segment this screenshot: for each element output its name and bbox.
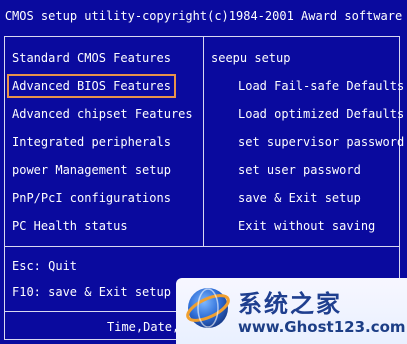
menu-item-pc-health[interactable]: PC Health status xyxy=(12,216,128,236)
menu-item-load-failsafe[interactable]: Load Fail-safe Defaults xyxy=(238,76,404,96)
menu-item-user-password[interactable]: set user password xyxy=(238,160,361,180)
window-title: CMOS setup utility-copyright(c)1984-2001… xyxy=(4,9,403,23)
menu-item-save-exit[interactable]: save & Exit setup xyxy=(238,188,361,208)
menu-item-load-optimized[interactable]: Load optimized Defaults xyxy=(238,104,404,124)
watermark: 系统之家 www.Ghost123.com xyxy=(176,278,407,344)
watermark-cn-text: 系统之家 xyxy=(238,290,342,318)
menu-item-pnp-pci[interactable]: PnP/PcI configurations xyxy=(12,188,171,208)
menu-item-exit-without-saving[interactable]: Exit without saving xyxy=(238,216,375,236)
menu-item-advanced-bios[interactable]: Advanced BIOS Features xyxy=(7,74,176,98)
f10-hint: F10: save & Exit setup xyxy=(12,285,171,299)
menu-item-advanced-chipset[interactable]: Advanced chipset Features xyxy=(12,104,193,124)
column-divider xyxy=(203,36,204,247)
menu-footer-divider xyxy=(4,246,400,247)
esc-hint: Esc: Quit xyxy=(12,259,78,273)
globe-logo-icon xyxy=(186,288,230,328)
menu-item-power-management[interactable]: power Management setup xyxy=(12,160,171,180)
menu-item-standard-cmos[interactable]: Standard CMOS Features xyxy=(12,48,171,68)
watermark-url: www.Ghost123.com xyxy=(238,318,406,336)
menu-item-seepu-setup[interactable]: seepu setup xyxy=(211,48,290,68)
status-text: Time,Date, xyxy=(107,320,180,334)
menu-item-integrated-peripherals[interactable]: Integrated peripherals xyxy=(12,132,171,152)
menu-item-supervisor-password[interactable]: set supervisor password xyxy=(238,132,404,152)
